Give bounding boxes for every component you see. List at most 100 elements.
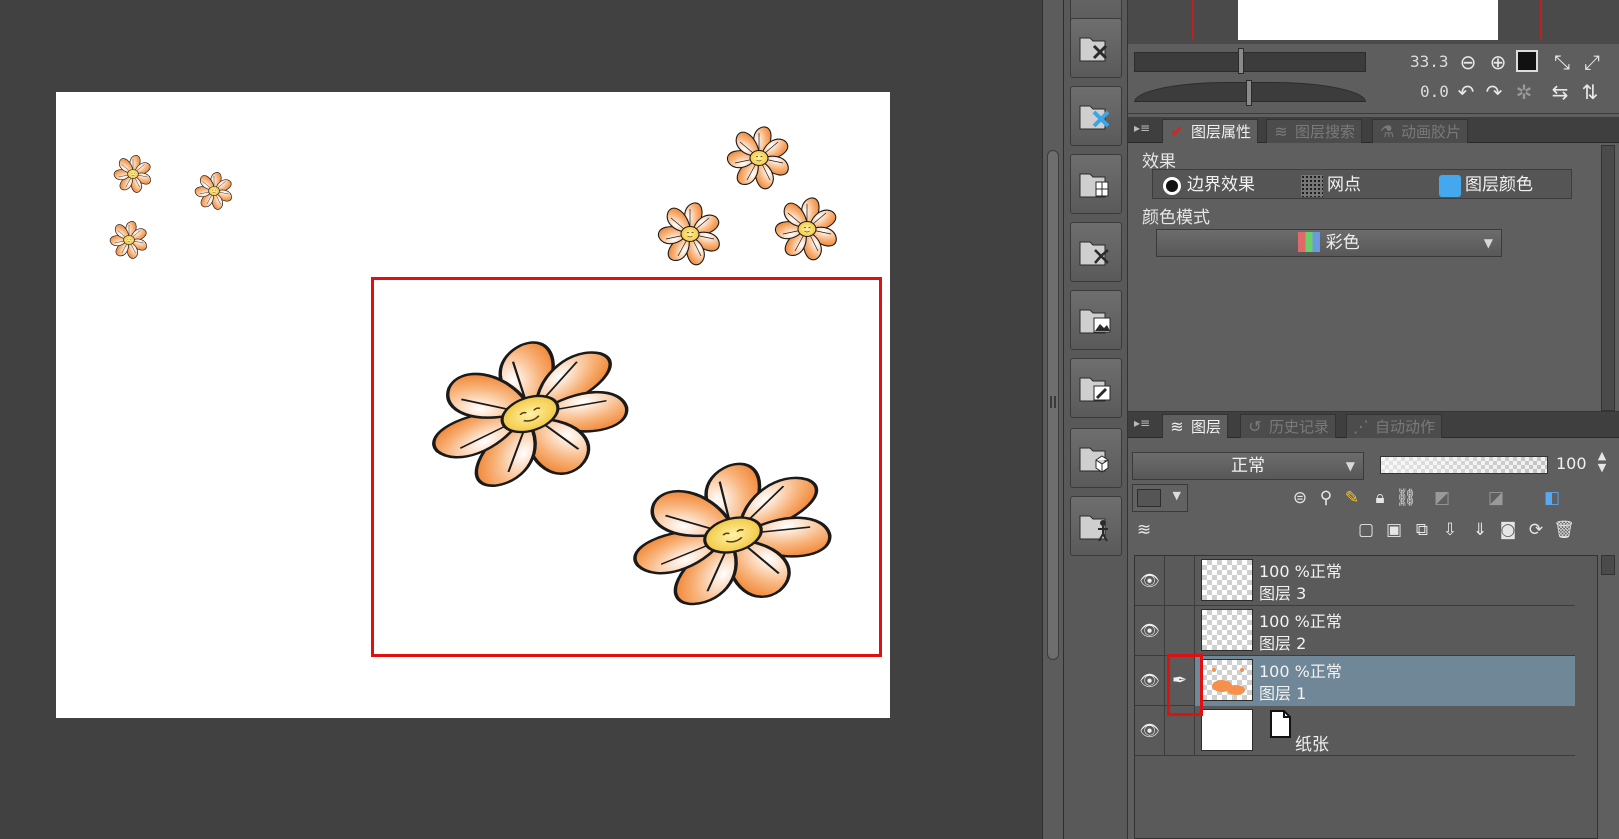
right-panel: 33.3 ⊖ ⊕ ⤡ ⤢ 0.0 ↶ ↷ ✲ ⇆ ⇅ ▸≡ ✔ 图层属性 ≋ 图… [1128, 0, 1619, 839]
tab-layer-property[interactable]: ✔ 图层属性 [1162, 119, 1259, 143]
layer-scrollbar[interactable] [1601, 555, 1615, 575]
navigator-preview[interactable] [1128, 0, 1619, 44]
lock-transparent-icon[interactable]: ⛓ [1394, 486, 1418, 510]
eye-icon[interactable]: 👁︎ [1135, 656, 1165, 706]
layer-edit-slot[interactable] [1165, 606, 1195, 656]
effect-label: 边界效果 [1187, 175, 1255, 195]
layer-info[interactable]: 纸张 [1195, 706, 1575, 756]
zoom-out-icon[interactable]: ⊖ [1456, 50, 1480, 74]
color-mode-select[interactable]: 彩色 ▼ [1156, 229, 1502, 257]
mask-enable-icon[interactable]: ◩ [1430, 486, 1454, 510]
app-window: 33.3 ⊖ ⊕ ⤡ ⤢ 0.0 ↶ ↷ ✲ ⇆ ⇅ ▸≡ ✔ 图层属性 ≋ 图… [0, 0, 1619, 839]
apply-mask-icon[interactable]: ⟳ [1524, 518, 1548, 542]
opacity-stepper[interactable]: ▲ ▼ [1590, 450, 1614, 474]
ruler-enable-icon[interactable]: ◪ [1484, 486, 1508, 510]
layer-panel: 正常 ▼ 100 ▲ ▼ ▼ ⊜ ⚲ ✎ 🔒︎ ⛓ ◩ ◪ ◧ ≋ ▢ ▣ ⧉ ⇩… [1128, 440, 1619, 839]
eye-icon[interactable]: 👁︎ [1135, 706, 1165, 756]
new-folder-icon[interactable]: ⧉ [1410, 518, 1434, 542]
layer-list: 👁︎ 100 %正常 图层 3 👁︎ 100 %正常 图层 2 👁︎ ✒ 100… [1134, 555, 1598, 839]
eye-icon[interactable]: 👁︎ [1135, 556, 1165, 606]
effect-label: 网点 [1327, 175, 1361, 195]
actual-size-icon[interactable]: ⤢ [1580, 50, 1604, 74]
tab-layer-search[interactable]: ≋ 图层搜索 [1266, 119, 1363, 143]
border-effect-button[interactable]: 边界效果 [1159, 172, 1255, 198]
tool-button-folder-burst[interactable] [1070, 222, 1122, 282]
layer-edit-slot[interactable] [1165, 556, 1195, 606]
tool-button-folder-blue[interactable] [1070, 86, 1122, 146]
tab-layer[interactable]: ≋ 图层 [1162, 414, 1229, 438]
layer-info[interactable]: 100 %正常 图层 1 [1195, 656, 1575, 706]
folder-image-icon [1079, 309, 1111, 334]
zoom-slider-track[interactable] [1134, 52, 1366, 72]
panel-menu-icon[interactable]: ▸≡ [1134, 121, 1152, 139]
canvas-area[interactable] [0, 0, 1042, 839]
navigator-view-frame[interactable] [1192, 0, 1542, 40]
layer-name: 纸张 [1295, 735, 1329, 755]
fit-view-icon[interactable] [1516, 50, 1538, 72]
opacity-slider[interactable] [1380, 456, 1548, 474]
checkmark-icon: ✔ [1170, 122, 1184, 141]
tool-button-folder-grid[interactable] [1070, 154, 1122, 214]
folder-burst-icon [1079, 241, 1109, 266]
layer-row[interactable]: 👁︎ 100 %正常 图层 2 [1135, 606, 1575, 656]
property-scrollbar[interactable] [1601, 145, 1615, 411]
tab-label: 历史记录 [1269, 418, 1330, 436]
layer-color-swatch-icon[interactable]: ◧ [1540, 486, 1564, 510]
panel-menu-icon[interactable]: ▸≡ [1134, 416, 1152, 434]
folder-figure-icon [1079, 515, 1108, 542]
layer-name: 图层 2 [1259, 634, 1307, 653]
blend-mode-value: 正常 [1231, 456, 1265, 476]
layer-thumbnail [1201, 709, 1253, 751]
flip-vertical-icon[interactable]: ⇅ [1578, 80, 1602, 104]
merge-down-icon[interactable]: ⇓ [1468, 518, 1492, 542]
draft-layer-icon[interactable]: ✎ [1340, 486, 1364, 510]
layer-info[interactable]: 100 %正常 图层 3 [1195, 556, 1575, 606]
lock-layer-icon[interactable]: 🔒︎ [1368, 486, 1392, 510]
layer-color-button[interactable]: 图层颜色 [1437, 172, 1533, 198]
fit-window-icon[interactable]: ⤡ [1550, 50, 1574, 74]
tool-button-folder-3d[interactable] [1070, 428, 1122, 488]
opacity-value: 100 [1556, 454, 1587, 473]
chevron-down-icon: ▼ [1483, 236, 1493, 250]
new-raster-layer-icon[interactable]: ▢ [1354, 518, 1378, 542]
rotate-slider-knob[interactable] [1246, 80, 1252, 106]
tab-history[interactable]: ↺ 历史记录 [1240, 414, 1337, 438]
reset-rotate-icon[interactable]: ✲ [1512, 80, 1536, 104]
splitter-grip-mark [1050, 396, 1056, 408]
effect-row: 边界效果 网点 图层颜色 [1152, 169, 1572, 199]
tool-button-folder-figure[interactable] [1070, 496, 1122, 556]
zoom-slider-knob[interactable] [1238, 48, 1244, 74]
new-vector-layer-icon[interactable]: ▣ [1382, 518, 1406, 542]
zoom-in-icon[interactable]: ⊕ [1486, 50, 1510, 74]
blend-mode-select[interactable]: 正常 ▼ [1132, 452, 1364, 480]
halftone-button[interactable]: 网点 [1299, 172, 1361, 198]
expression-color-select[interactable]: ▼ [1132, 484, 1188, 512]
create-mask-icon[interactable]: ◙ [1496, 518, 1520, 542]
tool-button-folder-image[interactable] [1070, 290, 1122, 350]
small-flower [773, 197, 840, 263]
small-flower [656, 202, 723, 268]
layer-row[interactable]: 👁︎ 100 %正常 图层 3 [1135, 556, 1575, 606]
tool-button-folder-transform[interactable] [1070, 18, 1122, 78]
layer-name: 图层 3 [1259, 584, 1307, 603]
small-flower [108, 221, 149, 261]
layer-info[interactable]: 100 %正常 图层 2 [1195, 606, 1575, 656]
tool-button-folder-edit[interactable] [1070, 358, 1122, 418]
transfer-down-icon[interactable]: ⇩ [1438, 518, 1462, 542]
eye-icon[interactable]: 👁︎ [1135, 606, 1165, 656]
rotate-right-icon[interactable]: ↷ [1482, 80, 1506, 104]
rotate-left-icon[interactable]: ↶ [1454, 80, 1478, 104]
tab-animation-cels[interactable]: ⚗ 动画胶片 [1372, 119, 1469, 143]
trash-icon[interactable]: 🗑︎ [1552, 518, 1576, 542]
clipping-icon[interactable]: ⊜ [1288, 486, 1312, 510]
border-effect-icon [1163, 177, 1181, 195]
tab-auto-action[interactable]: ⋰ 自动动作 [1346, 414, 1443, 438]
tab-label: 图层搜索 [1295, 123, 1356, 141]
tab-label: 图层 [1191, 418, 1222, 436]
layers-icon: ≋ [1136, 520, 1152, 540]
panel-splitter[interactable] [1042, 0, 1064, 839]
tab-label: 图层属性 [1191, 123, 1252, 141]
flip-horizontal-icon[interactable]: ⇆ [1548, 80, 1572, 104]
layer-tabbar: ▸≡ ≋ 图层 ↺ 历史记录 ⋰ 自动动作 [1128, 412, 1619, 438]
reference-layer-icon[interactable]: ⚲ [1314, 486, 1338, 510]
